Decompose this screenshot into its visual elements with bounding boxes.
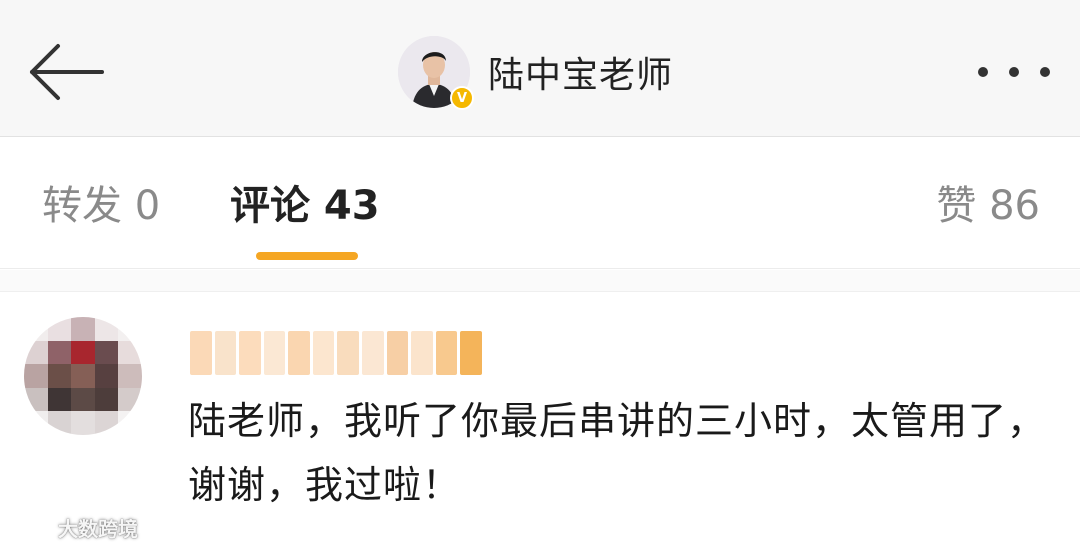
active-tab-indicator — [256, 252, 358, 260]
interaction-tabs: 转发 0 评论 43 赞 86 — [0, 138, 1080, 269]
tab-likes[interactable]: 赞 86 — [936, 182, 1040, 230]
section-divider — [0, 270, 1080, 292]
author-avatar-container[interactable]: V — [398, 36, 474, 110]
arrow-left-icon — [30, 44, 104, 100]
watermark-logo-icon — [6, 518, 52, 536]
watermark-text: 大数跨境 — [58, 516, 138, 541]
tab-comments[interactable]: 评论 43 — [230, 182, 380, 230]
author-header[interactable]: V 陆中宝老师 — [398, 36, 673, 110]
watermark: 大数跨境 — [6, 512, 138, 542]
back-button[interactable] — [24, 40, 108, 104]
dot-icon — [1040, 67, 1050, 77]
more-options-button[interactable] — [978, 58, 1050, 86]
verified-badge: V — [450, 86, 474, 110]
commenter-name-blurred[interactable] — [190, 331, 482, 375]
dot-icon — [1009, 67, 1019, 77]
tab-repost[interactable]: 转发 0 — [42, 182, 160, 230]
commenter-avatar-blurred[interactable] — [24, 317, 142, 435]
comment-text: 陆老师，我听了你最后串讲的三小时，太管用了，谢谢，我过啦！ — [188, 399, 1047, 507]
author-name[interactable]: 陆中宝老师 — [488, 46, 673, 98]
comment-item[interactable]: 陆老师，我听了你最后串讲的三小时，太管用了，谢谢，我过啦！ — [0, 293, 1080, 548]
dot-icon — [978, 67, 988, 77]
top-navigation-bar: V 陆中宝老师 — [0, 0, 1080, 137]
